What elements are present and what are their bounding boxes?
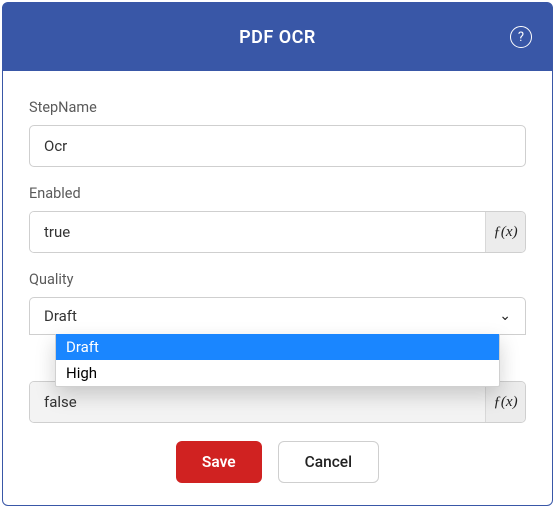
enabled-fx-button[interactable]: ƒ(x): [485, 212, 525, 252]
quality-option-draft[interactable]: Draft: [56, 334, 499, 360]
save-button[interactable]: Save: [176, 441, 262, 483]
quality-option-high[interactable]: High: [56, 360, 499, 386]
enabled-field: Enabled ƒ(x): [29, 185, 526, 253]
enabled-input-wrap: ƒ(x): [29, 211, 526, 253]
cancel-button[interactable]: Cancel: [278, 441, 379, 483]
enabled-label: Enabled: [29, 185, 526, 202]
quality-label: Quality: [29, 271, 526, 288]
stepname-label: StepName: [29, 99, 526, 116]
enabled-input[interactable]: [30, 212, 485, 252]
dialog: PDF OCR ? StepName Enabled ƒ(x) Quality …: [2, 2, 553, 506]
chevron-down-icon: ⌄: [499, 308, 511, 324]
do-ocr-input[interactable]: [30, 382, 485, 422]
stepname-field: StepName: [29, 99, 526, 167]
do-ocr-field: ƒ(x): [29, 381, 526, 423]
quality-dropdown: Draft High: [55, 334, 500, 387]
quality-select[interactable]: Draft ⌄: [29, 297, 526, 335]
help-icon[interactable]: ?: [510, 26, 532, 48]
do-ocr-fx-button[interactable]: ƒ(x): [485, 382, 525, 422]
button-row: Save Cancel: [29, 441, 526, 487]
dialog-header: PDF OCR ?: [3, 3, 552, 71]
form-body: StepName Enabled ƒ(x) Quality Draft ⌄ Dr…: [3, 71, 552, 505]
stepname-input[interactable]: [29, 125, 526, 167]
dialog-title: PDF OCR: [239, 27, 316, 48]
quality-field: Quality Draft ⌄ Draft High: [29, 271, 526, 335]
quality-selected-text: Draft: [44, 307, 77, 325]
do-ocr-input-wrap: ƒ(x): [29, 381, 526, 423]
